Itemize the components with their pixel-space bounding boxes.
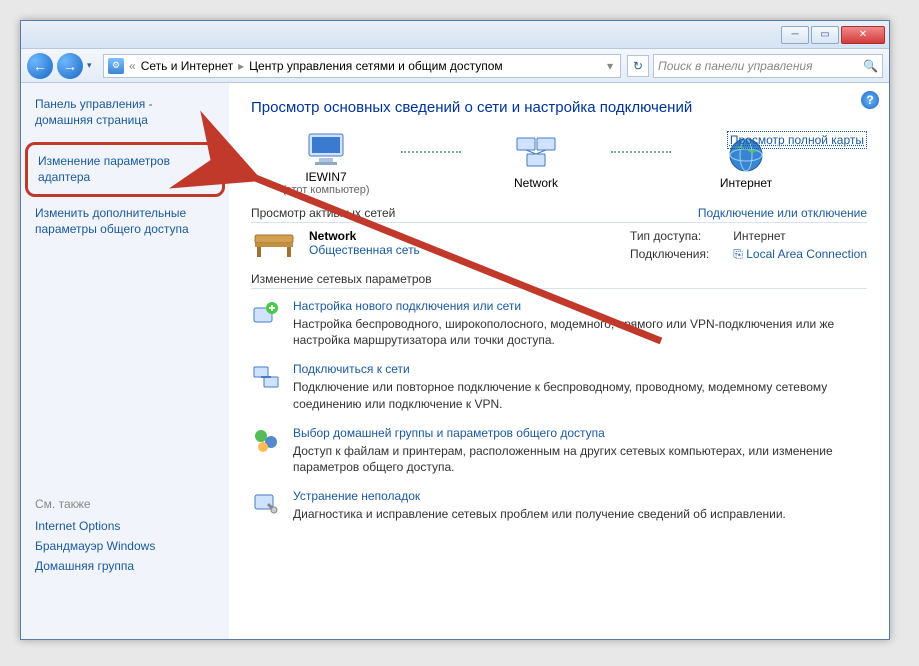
main-content: ? Просмотр основных сведений о сети и на… (229, 83, 889, 639)
minimize-icon: ─ (791, 29, 798, 40)
ethernet-icon: ⎘ (733, 247, 743, 261)
network-type-link[interactable]: Общественная сеть (309, 243, 509, 257)
search-input[interactable]: Поиск в панели управления 🔍 (653, 54, 883, 78)
close-icon: ✕ (859, 29, 867, 40)
sidebar-adapter-settings-link[interactable]: Изменение параметров адаптера (38, 153, 212, 185)
task-connect-network: Подключиться к сети Подключение или повт… (251, 362, 867, 411)
bench-icon (251, 229, 297, 261)
troubleshoot-icon (251, 489, 281, 519)
connect-disconnect-link[interactable]: Подключение или отключение (698, 206, 867, 220)
connect-icon (251, 362, 281, 392)
breadcrumb[interactable]: ⚙ « Сеть и Интернет ▸ Центр управления с… (103, 54, 621, 78)
node-label: IEWIN7 (305, 170, 346, 184)
computer-icon (305, 130, 347, 168)
sidebar-advanced-sharing-link[interactable]: Изменить дополнительные параметры общего… (35, 205, 215, 237)
control-panel-icon: ⚙ (108, 58, 124, 74)
maximize-button[interactable]: ▭ (811, 26, 839, 44)
navbar: ← → ▾ ⚙ « Сеть и Интернет ▸ Центр управл… (21, 49, 889, 83)
sidebar-home-link[interactable]: Панель управления - домашняя страница (35, 97, 215, 128)
node-label: Интернет (720, 176, 772, 190)
sidebar-firewall-link[interactable]: Брандмауэр Windows (35, 539, 215, 553)
help-button[interactable]: ? (861, 91, 879, 109)
nav-history-dropdown[interactable]: ▾ (87, 60, 99, 71)
breadcrumb-item-network[interactable]: Сеть и Интернет (141, 59, 233, 73)
forward-button[interactable]: → (57, 53, 83, 79)
network-details: Тип доступа: Интернет Подключения: ⎘ Loc… (630, 229, 867, 262)
refresh-button[interactable]: ↻ (627, 55, 649, 77)
access-type-label: Тип доступа: (630, 229, 709, 243)
active-network-item: Network Общественная сеть Тип доступа: И… (251, 229, 867, 262)
task-new-connection: Настройка нового подключения или сети На… (251, 299, 867, 348)
connection-link[interactable]: ⎘ Local Area Connection (733, 247, 867, 262)
breadcrumb-item-sharing-center[interactable]: Центр управления сетями и общим доступом (249, 59, 503, 73)
task-homegroup: Выбор домашней группы и параметров общег… (251, 426, 867, 475)
breadcrumb-dropdown[interactable]: ▾ (604, 59, 616, 73)
task-link[interactable]: Подключиться к сети (293, 362, 867, 376)
task-link[interactable]: Устранение неполадок (293, 489, 786, 503)
task-link[interactable]: Настройка нового подключения или сети (293, 299, 867, 313)
sidebar-see-also-heading: См. также (35, 497, 215, 511)
task-desc: Диагностика и исправление сетевых пробле… (293, 506, 786, 522)
network-map-this-pc: IEWIN7 (этот компьютер) (251, 130, 401, 196)
task-troubleshoot: Устранение неполадок Диагностика и испра… (251, 489, 867, 522)
maximize-icon: ▭ (820, 29, 829, 40)
control-panel-window: ─ ▭ ✕ ← → ▾ ⚙ « Сеть и Интернет ▸ Центр … (20, 20, 890, 640)
annotation-highlight: Изменение параметров адаптера (25, 142, 225, 196)
network-icon (515, 136, 557, 174)
search-icon: 🔍 (863, 59, 878, 73)
back-icon: ← (33, 58, 47, 74)
body: Панель управления - домашняя страница Из… (21, 83, 889, 639)
titlebar: ─ ▭ ✕ (21, 21, 889, 49)
node-label: Network (514, 176, 558, 190)
network-map-network: Network (461, 136, 611, 190)
section-change-settings: Изменение сетевых параметров (251, 272, 867, 289)
breadcrumb-sep: « (126, 59, 139, 73)
back-button[interactable]: ← (27, 53, 53, 79)
new-connection-icon (251, 299, 281, 329)
network-info: Network Общественная сеть (309, 229, 509, 257)
search-placeholder: Поиск в панели управления (658, 59, 813, 73)
task-link[interactable]: Выбор домашней группы и параметров общег… (293, 426, 867, 440)
task-desc: Подключение или повторное подключение к … (293, 379, 867, 411)
map-connector (611, 151, 671, 153)
task-desc: Доступ к файлам и принтерам, расположенн… (293, 443, 867, 475)
sidebar-internet-options-link[interactable]: Internet Options (35, 519, 215, 533)
connections-label: Подключения: (630, 247, 709, 262)
page-title: Просмотр основных сведений о сети и наст… (251, 99, 867, 116)
close-button[interactable]: ✕ (841, 26, 885, 44)
section-active-networks: Просмотр активных сетей Подключение или … (251, 206, 867, 223)
breadcrumb-sep: ▸ (235, 59, 247, 73)
access-type-value: Интернет (733, 229, 867, 243)
network-name: Network (309, 229, 509, 243)
chevron-down-icon: ▾ (87, 60, 92, 70)
refresh-icon: ↻ (633, 59, 643, 73)
sidebar-homegroup-link[interactable]: Домашняя группа (35, 559, 215, 573)
map-connector (401, 151, 461, 153)
full-map-link[interactable]: Просмотр полной карты (727, 131, 867, 149)
sidebar: Панель управления - домашняя страница Из… (21, 83, 229, 639)
homegroup-icon (251, 426, 281, 456)
minimize-button[interactable]: ─ (781, 26, 809, 44)
forward-icon: → (63, 58, 77, 74)
help-icon: ? (866, 93, 873, 107)
task-desc: Настройка беспроводного, широкополосного… (293, 316, 867, 348)
node-sublabel: (этот компьютер) (282, 184, 369, 196)
